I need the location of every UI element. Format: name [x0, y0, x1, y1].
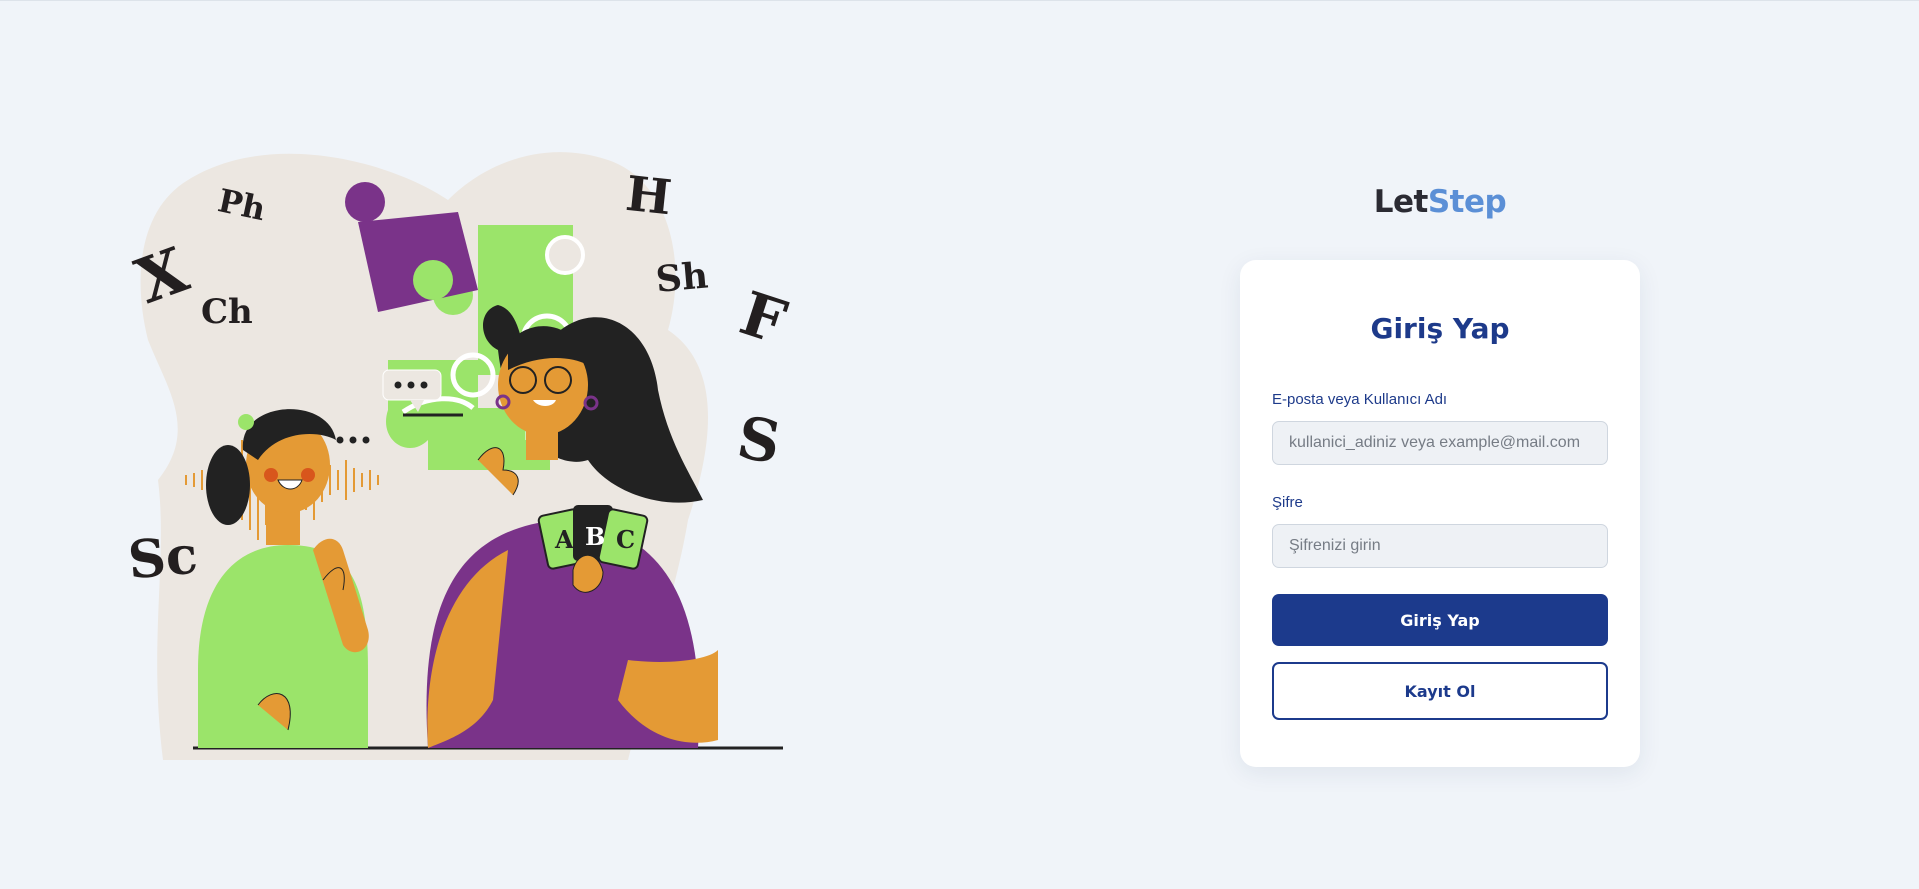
card-c: C [616, 525, 635, 554]
card-a: A [554, 525, 574, 554]
top-divider [0, 0, 1919, 1]
brand-logo: LetStep [1240, 184, 1640, 220]
hero-illustration: A B C X Ph Ch H Sh F S Sc [128, 140, 848, 760]
login-button[interactable]: Giriş Yap [1272, 594, 1608, 646]
brand-logo-let: Let [1373, 184, 1429, 220]
brand-logo-step: Step [1427, 184, 1507, 220]
login-card: Giriş Yap E-posta veya Kullanıcı Adı Şif… [1240, 260, 1640, 767]
password-field[interactable] [1272, 524, 1608, 568]
letter-f: F [732, 279, 794, 359]
card-b: B [585, 522, 605, 551]
login-title: Giriş Yap [1370, 312, 1510, 345]
register-button[interactable]: Kayıt Ol [1272, 662, 1608, 720]
email-label: E-posta veya Kullanıcı Adı [1272, 391, 1448, 408]
letter-sc: Sc [128, 525, 200, 592]
password-label: Şifre [1272, 494, 1303, 511]
letter-h: H [623, 166, 674, 226]
letter-s: S [732, 403, 785, 477]
letter-ch: Ch [201, 292, 253, 332]
letter-sh: Sh [654, 254, 710, 300]
email-field[interactable] [1272, 421, 1608, 465]
